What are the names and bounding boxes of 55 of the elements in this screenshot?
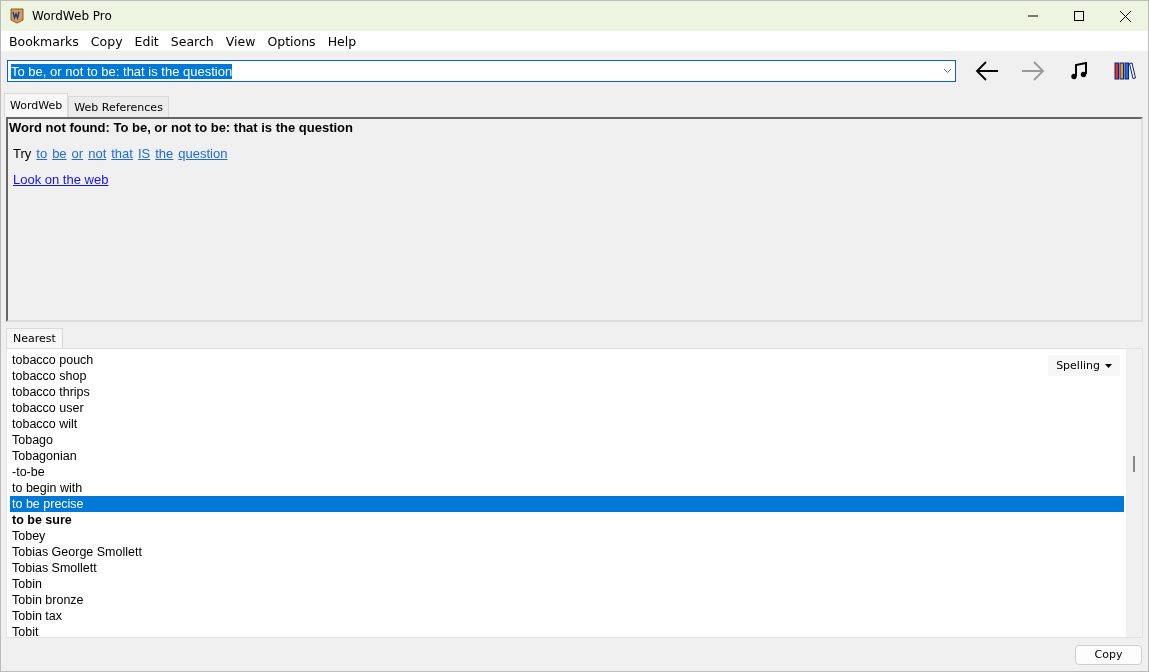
search-text: To be, or not to be: that is the question: [11, 63, 233, 79]
suggestion-link[interactable]: be: [52, 146, 67, 161]
tab[interactable]: Nearest: [6, 328, 63, 348]
web-search-link[interactable]: Look on the web: [13, 172, 109, 187]
books-icon: [1114, 62, 1136, 80]
list-item[interactable]: Tobagonian: [10, 448, 77, 464]
try-label: Try: [13, 146, 32, 161]
menu-item[interactable]: Copy: [84, 33, 129, 49]
list-item[interactable]: Tobey: [10, 528, 46, 544]
menu-item[interactable]: Search: [164, 33, 220, 49]
chevron-down-icon[interactable]: [943, 68, 952, 74]
list-item[interactable]: Tobago: [10, 432, 53, 448]
suggestion-link[interactable]: to: [36, 146, 48, 161]
menu-item[interactable]: Bookmarks: [3, 33, 85, 49]
app-logo-icon: [10, 8, 24, 24]
back-arrow-icon: [975, 61, 999, 81]
list-item[interactable]: tobacco thrips: [10, 384, 90, 400]
list-item[interactable]: Tobias George Smollett: [10, 544, 142, 560]
music-note-icon: [1071, 62, 1087, 80]
suggestion-link[interactable]: not: [88, 146, 107, 161]
scrollbar[interactable]: [1126, 349, 1142, 637]
suggestion-link[interactable]: question: [178, 146, 228, 161]
suggestion-link[interactable]: the: [155, 146, 174, 161]
list-item[interactable]: Tobin bronze: [10, 592, 84, 608]
maximize-icon: [1074, 11, 1084, 21]
suggestion-link[interactable]: IS: [137, 146, 151, 161]
tab[interactable]: WordWeb: [4, 93, 69, 117]
menu-item[interactable]: Help: [321, 33, 363, 49]
list-item[interactable]: Tobit: [10, 624, 39, 640]
copy-button[interactable]: Copy: [1075, 644, 1142, 665]
result-heading: Word not found: To be, or not to be: that is the question: [9, 120, 354, 135]
list-item[interactable]: Tobin tax: [10, 608, 63, 624]
suggestion-link[interactable]: or: [71, 146, 84, 161]
list-item[interactable]: tobacco pouch: [10, 352, 94, 368]
window-title: WordWeb Pro: [32, 9, 113, 23]
list-item[interactable]: to be sure: [10, 512, 72, 528]
list-item[interactable]: Tobias Smollett: [10, 560, 97, 576]
list-item[interactable]: to be precise: [10, 496, 1124, 512]
caret-down-icon: [1105, 363, 1112, 368]
spelling-dropdown[interactable]: Spelling: [1048, 355, 1120, 376]
list-item[interactable]: -to-be: [10, 464, 45, 480]
list-item[interactable]: to begin with: [10, 480, 83, 496]
scroll-thumb[interactable]: [1133, 456, 1135, 472]
close-icon: [1119, 10, 1131, 22]
menu-item[interactable]: Edit: [128, 33, 165, 49]
forward-arrow-icon: [1021, 61, 1045, 81]
list-item[interactable]: Tobin: [10, 576, 42, 592]
menu-item[interactable]: View: [219, 33, 262, 49]
list-item[interactable]: tobacco user: [10, 400, 84, 416]
tab[interactable]: Web References: [68, 96, 169, 117]
menu-item[interactable]: Options: [261, 33, 322, 49]
suggestion-link[interactable]: that: [111, 146, 133, 161]
search-field[interactable]: To be, or not to be: that is the question: [7, 60, 956, 82]
list-item[interactable]: tobacco shop: [10, 368, 87, 384]
list-item[interactable]: tobacco wilt: [10, 416, 78, 432]
